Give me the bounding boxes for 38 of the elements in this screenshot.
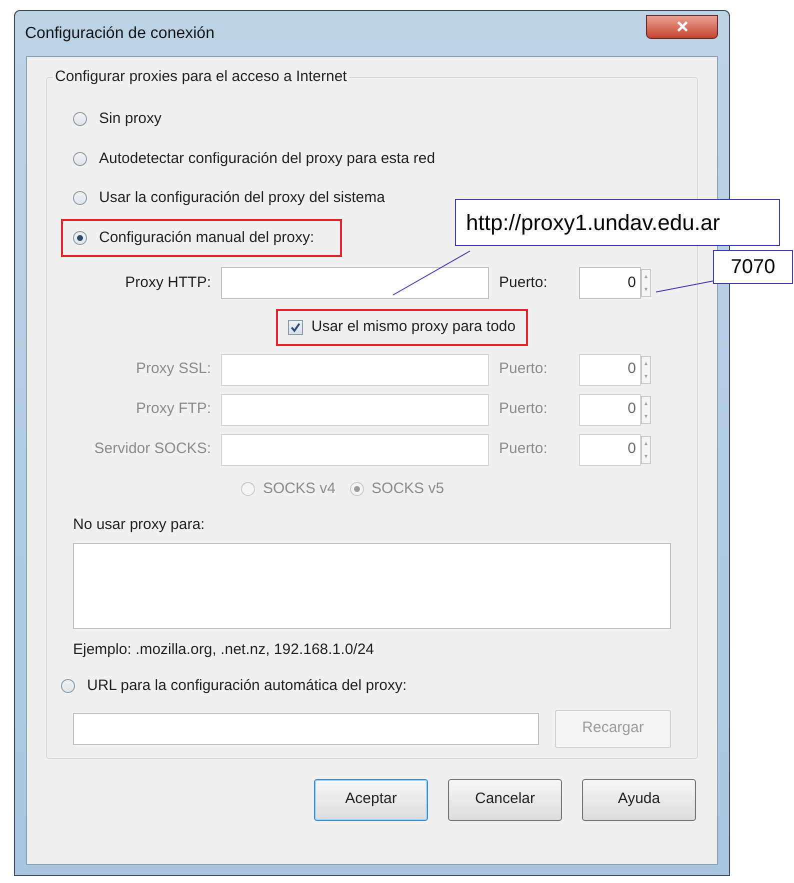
callout-box: 7070: [713, 250, 793, 284]
port-field[interactable]: 0: [579, 267, 641, 299]
radio-button[interactable]: [61, 679, 75, 694]
callout-box: http://proxy1.undav.edu.ar: [455, 199, 780, 246]
field-label: Puerto:: [499, 272, 548, 293]
radio-button[interactable]: [73, 112, 87, 126]
radio-button[interactable]: [73, 191, 87, 206]
checkbox-label: Usar el mismo proxy para todo: [311, 317, 516, 337]
radio-button[interactable]: [73, 230, 87, 245]
field-label: Proxy FTP:: [134, 399, 212, 420]
example-text: Ejemplo: .mozilla.org, .net.nz, 192.168.1.0/24: [73, 640, 376, 660]
field-label: No usar proxy para:: [73, 515, 206, 535]
dialog-button[interactable]: Ayuda: [582, 778, 696, 820]
radio-button[interactable]: [73, 152, 87, 166]
option-label: SOCKS v4: [263, 478, 336, 498]
field-label: Servidor SOCKS:: [93, 439, 212, 460]
option-label: Usar la configuración del proxy del sistema: [99, 188, 385, 208]
window-title: Configuración de conexión: [25, 24, 214, 44]
field-label: Puerto:: [499, 439, 548, 460]
option-label: Autodetectar configuración del proxy para esta red: [99, 148, 436, 168]
spinner-arrows-icon[interactable]: [641, 269, 651, 297]
option-label: Configuración manual del proxy:: [99, 228, 314, 248]
field-label: Puerto:: [499, 399, 548, 420]
field-label: Puerto:: [499, 359, 548, 380]
dialog-button[interactable]: Cancelar: [448, 778, 562, 820]
proxy-field[interactable]: [221, 267, 489, 299]
option-label: Sin proxy: [99, 109, 162, 129]
close-button[interactable]: [646, 14, 718, 38]
option-label: URL para la configuración automática del proxy:: [87, 676, 407, 696]
close-icon: [676, 21, 688, 32]
url-field[interactable]: [73, 712, 539, 744]
no-proxy-field[interactable]: [73, 542, 671, 628]
field-label: Proxy SSL:: [134, 359, 212, 380]
checkbox[interactable]: [288, 320, 304, 335]
leader-line: [656, 280, 714, 292]
option-label: SOCKS v5: [372, 478, 444, 498]
dialog-button[interactable]: Aceptar: [314, 778, 428, 820]
field-label: Proxy HTTP:: [124, 272, 212, 293]
